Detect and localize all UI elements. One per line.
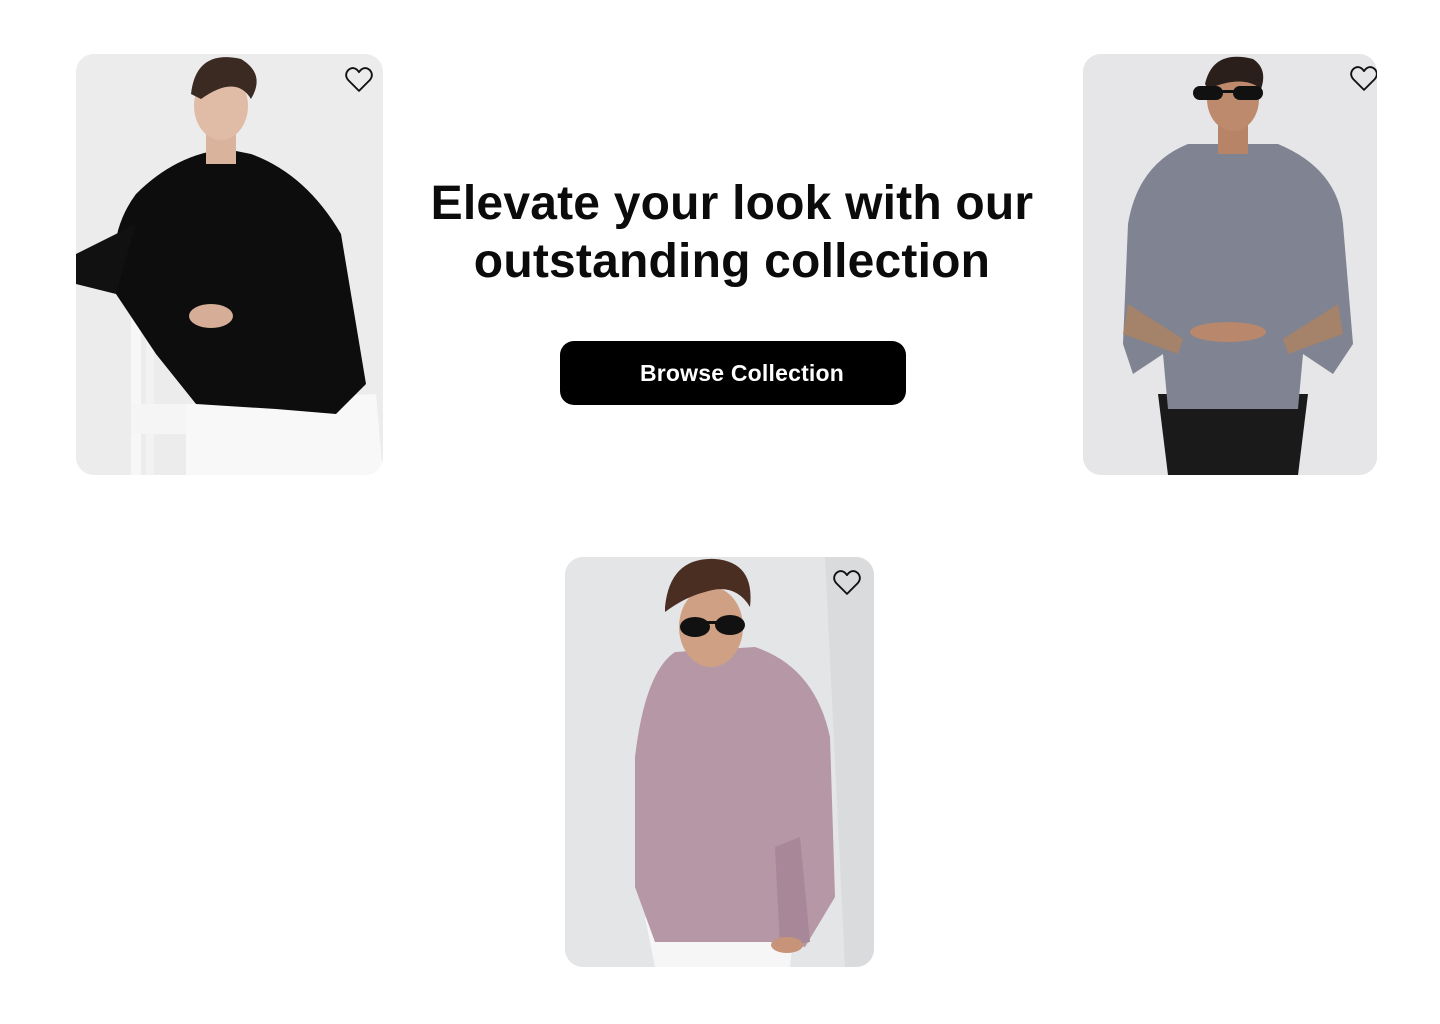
heart-outline-icon[interactable] [1349,64,1377,92]
heart-outline-icon[interactable] [832,568,862,596]
hero-section: Elevate your look with our outstanding c… [420,175,1044,291]
product-card-black-shirt[interactable] [76,54,383,475]
browse-collection-button[interactable]: Browse Collection [560,341,906,405]
product-photo-black-shirt [76,54,383,475]
product-photo-grey-shirt [1083,54,1377,475]
product-photo-pink-shirt [565,557,874,967]
hero-heading-line-1: Elevate your look with our [430,177,1034,230]
hero-heading-line-2: outstanding collection [473,235,991,288]
product-card-grey-shirt[interactable] [1083,54,1377,475]
heart-outline-icon[interactable] [344,65,374,93]
product-card-pink-shirt[interactable] [565,557,874,967]
hero-heading: Elevate your look with our outstanding c… [420,175,1044,291]
page: Elevate your look with our outstanding c… [0,0,1440,1024]
